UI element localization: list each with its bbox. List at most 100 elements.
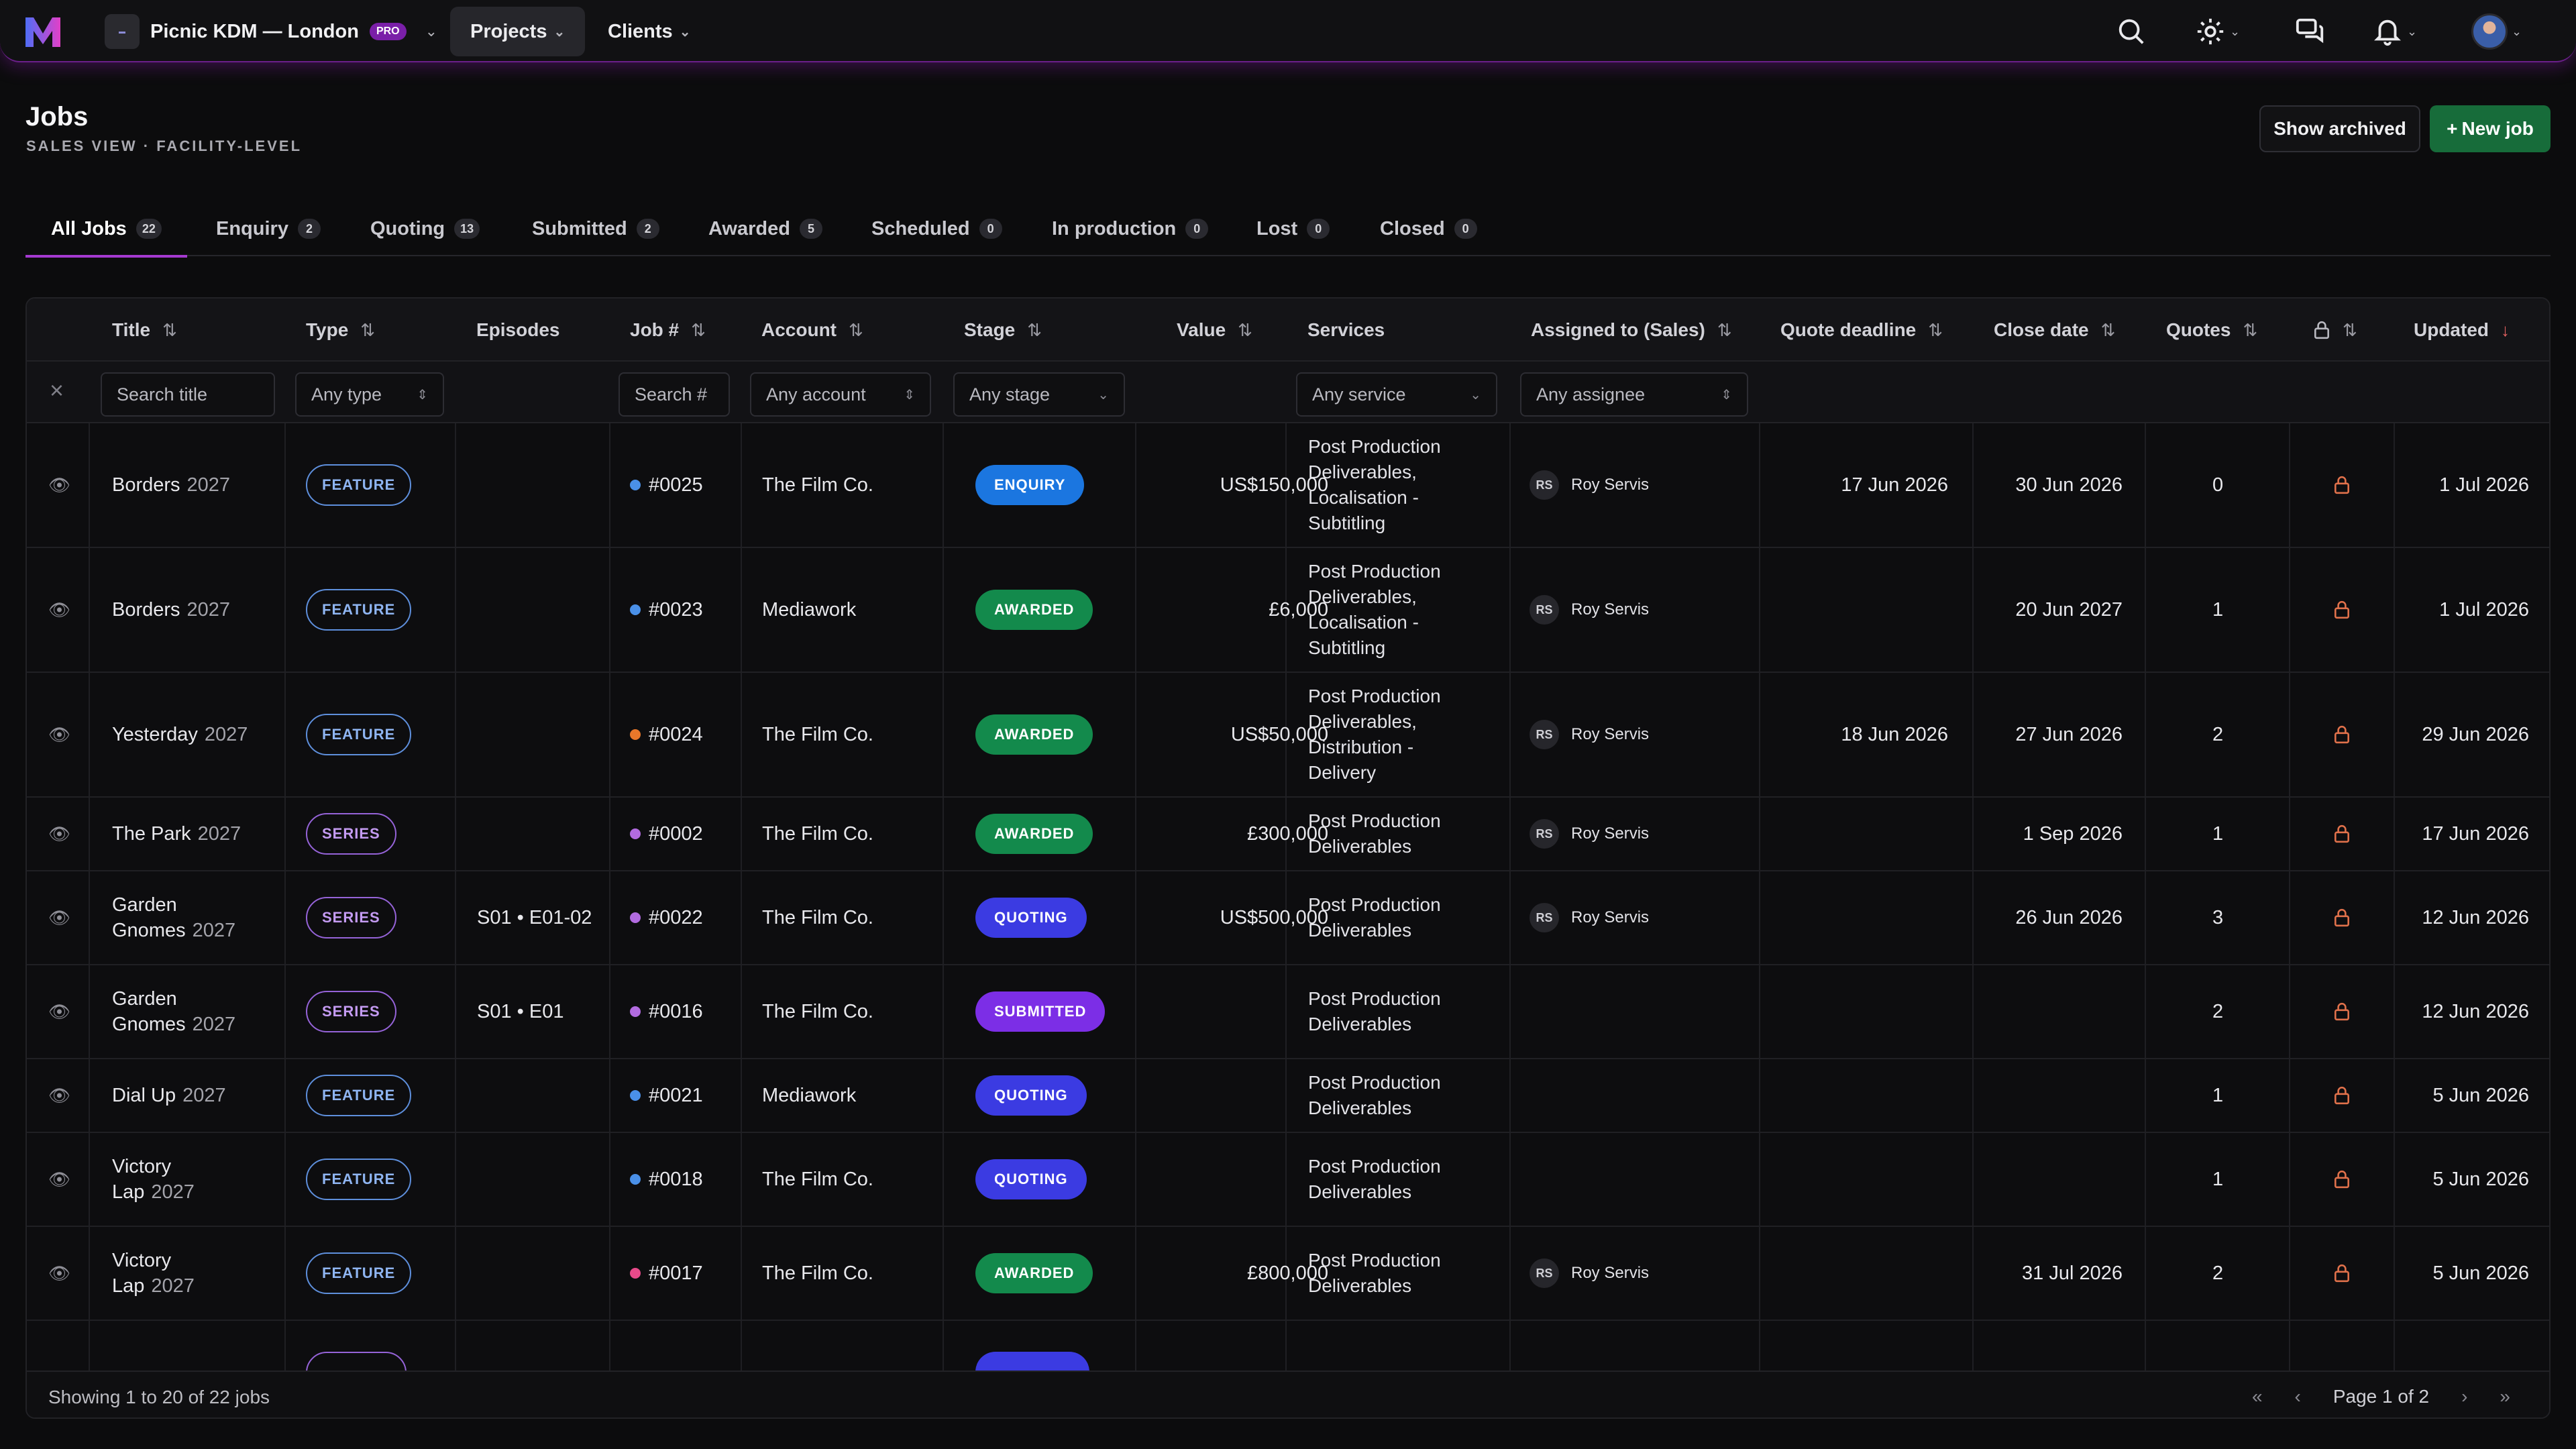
table-row[interactable]: 👁 Victory Lap 2027 FEATURE #0018 The Film … xyxy=(27,1133,2549,1227)
assignee-filter-select[interactable]: Any assignee ⇕ xyxy=(1520,372,1748,417)
view-eye-icon[interactable]: 👁 xyxy=(48,423,70,547)
assignee-filter-value: Any assignee xyxy=(1536,384,1646,405)
app-logo-icon[interactable] xyxy=(24,15,62,48)
type-badge-label: FEATURE xyxy=(306,714,412,755)
notifications-menu[interactable]: ⌄ xyxy=(2372,15,2417,48)
service-filter-select[interactable]: Any service ⌄ xyxy=(1296,372,1497,417)
search-button[interactable] xyxy=(2116,15,2147,48)
show-archived-button[interactable]: Show archived xyxy=(2259,105,2420,152)
clear-filters-icon[interactable]: × xyxy=(50,376,64,405)
column-header-account[interactable]: Account ⇅ xyxy=(761,299,863,362)
view-eye-icon[interactable]: 👁 xyxy=(48,1133,70,1226)
close-date-cell: 1 Sep 2026 xyxy=(2023,822,2123,845)
job-year: 2027 xyxy=(186,474,231,496)
table-row[interactable]: 👁 The Park 2027 SERIES #0002 The Film Co.… xyxy=(27,798,2549,871)
table-row[interactable]: 👁 Garden Gnomes 2027 SERIES S01 • E01-02 #… xyxy=(27,871,2549,965)
lock-icon[interactable] xyxy=(2333,798,2351,870)
lock-icon[interactable] xyxy=(2333,423,2351,547)
lock-icon[interactable] xyxy=(2333,1059,2351,1132)
column-header-updated[interactable]: Updated ↓ xyxy=(2414,299,2510,362)
view-eye-icon[interactable]: 👁 xyxy=(48,965,70,1058)
column-header-quotes[interactable]: Quotes ⇅ xyxy=(2166,299,2257,362)
table-row[interactable]: 👁 Yesterday 2027 FEATURE #0024 The Film C… xyxy=(27,673,2549,798)
column-header-type[interactable]: Type ⇅ xyxy=(306,299,375,362)
view-eye-icon[interactable]: 👁 xyxy=(48,798,70,870)
new-job-button[interactable]: + New job xyxy=(2430,105,2551,152)
column-header-services: Services xyxy=(1307,299,1385,362)
user-menu[interactable]: ⌄ xyxy=(2471,13,2522,50)
tab-in-production[interactable]: In production 0 xyxy=(1052,201,1209,256)
job-title[interactable]: Victory Lap 2027 xyxy=(112,1227,195,1320)
settings-menu[interactable]: ⌄ xyxy=(2195,15,2240,48)
lock-icon[interactable] xyxy=(2333,548,2351,672)
table-footer: Showing 1 to 20 of 22 jobs « ‹ Page 1 of… xyxy=(27,1371,2549,1417)
stage-filter-select[interactable]: Any stage ⌄ xyxy=(953,372,1125,417)
table-row[interactable]: 👁 Garden Gnomes 2027 SERIES S01 • E01 #001… xyxy=(27,965,2549,1059)
type-badge-label: FEATURE xyxy=(306,464,412,506)
column-header-job[interactable]: Job # ⇅ xyxy=(630,299,706,362)
next-page-icon[interactable]: › xyxy=(2461,1386,2467,1407)
type-badge-label: SERIES xyxy=(306,813,396,855)
tab-submitted[interactable]: Submitted 2 xyxy=(532,201,659,256)
close-date-cell: 20 Jun 2027 xyxy=(2015,598,2123,621)
table-row[interactable]: 👁 Borders 2027 FEATURE #0025 The Film Co.… xyxy=(27,423,2549,548)
tab-enquiry[interactable]: Enquiry 2 xyxy=(216,201,321,256)
messages-button[interactable] xyxy=(2294,15,2326,48)
tab-scheduled[interactable]: Scheduled 0 xyxy=(871,201,1002,256)
account-filter-select[interactable]: Any account ⇕ xyxy=(750,372,931,417)
type-filter-select[interactable]: Any type ⇕ xyxy=(295,372,444,417)
column-header-quote-deadline[interactable]: Quote deadline ⇅ xyxy=(1780,299,1943,362)
table-row-partial[interactable] xyxy=(27,1321,2549,1371)
job-search-input[interactable]: Search # xyxy=(619,372,730,417)
column-header-title[interactable]: Title ⇅ xyxy=(112,299,177,362)
job-title[interactable]: Garden Gnomes 2027 xyxy=(112,965,235,1058)
view-eye-icon[interactable]: 👁 xyxy=(48,673,70,796)
view-eye-icon[interactable]: 👁 xyxy=(48,1227,70,1320)
lock-icon[interactable] xyxy=(2333,673,2351,796)
nav-projects[interactable]: Projects ⌄ xyxy=(450,7,586,56)
lock-icon[interactable] xyxy=(2333,1133,2351,1226)
organization-switcher[interactable]: ▬ Picnic KDM — London PRO ⌄ xyxy=(105,13,437,50)
lock-icon[interactable] xyxy=(2333,1227,2351,1320)
assignee-name: Roy Servis xyxy=(1571,725,1650,743)
lock-icon[interactable] xyxy=(2333,965,2351,1058)
stage-badge xyxy=(975,1321,1089,1371)
last-page-icon[interactable]: » xyxy=(2500,1386,2510,1407)
services-cell: Post Production Deliverables xyxy=(1308,1227,1441,1320)
job-title[interactable]: Dial Up 2027 xyxy=(112,1059,226,1132)
view-eye-icon[interactable]: 👁 xyxy=(48,548,70,672)
tab-all-jobs[interactable]: All Jobs 22 xyxy=(25,201,187,258)
job-title[interactable]: Borders 2027 xyxy=(112,423,230,547)
column-header-close-date[interactable]: Close date ⇅ xyxy=(1994,299,2115,362)
nav-clients[interactable]: Clients ⌄ xyxy=(588,7,710,56)
title-search-input[interactable]: Search title xyxy=(101,372,275,417)
column-header-assigned[interactable]: Assigned to (Sales) ⇅ xyxy=(1531,299,1732,362)
job-title-text: Victory xyxy=(112,1156,172,1177)
view-eye-icon[interactable]: 👁 xyxy=(48,1059,70,1132)
table-row[interactable]: 👁 Dial Up 2027 FEATURE #0021 Mediawork QU… xyxy=(27,1059,2549,1133)
tab-awarded[interactable]: Awarded 5 xyxy=(708,201,822,256)
job-title[interactable]: The Park 2027 xyxy=(112,798,241,870)
job-year: 2027 xyxy=(151,1275,195,1297)
service-line: Deliverables, xyxy=(1308,462,1417,482)
tab-closed[interactable]: Closed 0 xyxy=(1380,201,1477,256)
close-date-cell: 30 Jun 2026 xyxy=(2015,474,2123,496)
first-page-icon[interactable]: « xyxy=(2252,1386,2263,1407)
job-number: #0024 xyxy=(630,673,703,796)
column-header-stage[interactable]: Stage ⇅ xyxy=(964,299,1042,362)
job-title[interactable]: Victory Lap 2027 xyxy=(112,1133,195,1226)
tab-lost[interactable]: Lost 0 xyxy=(1256,201,1330,256)
column-header-lock[interactable]: ⇅ xyxy=(2313,299,2357,362)
job-number-text: #0018 xyxy=(649,1168,703,1190)
job-title[interactable]: Garden Gnomes 2027 xyxy=(112,871,235,964)
job-title[interactable]: Yesterday 2027 xyxy=(112,673,248,796)
table-row[interactable]: 👁 Victory Lap 2027 FEATURE #0017 The Film … xyxy=(27,1227,2549,1321)
view-eye-icon[interactable]: 👁 xyxy=(48,871,70,964)
column-header-value[interactable]: Value ⇅ xyxy=(1177,299,1252,362)
lock-icon[interactable] xyxy=(2333,871,2351,964)
table-row[interactable]: 👁 Borders 2027 FEATURE #0023 Mediawork AW… xyxy=(27,548,2549,673)
type-badge: FEATURE xyxy=(306,1133,412,1226)
job-title[interactable]: Borders 2027 xyxy=(112,548,230,672)
tab-quoting[interactable]: Quoting 13 xyxy=(370,201,480,256)
previous-page-icon[interactable]: ‹ xyxy=(2295,1386,2301,1407)
